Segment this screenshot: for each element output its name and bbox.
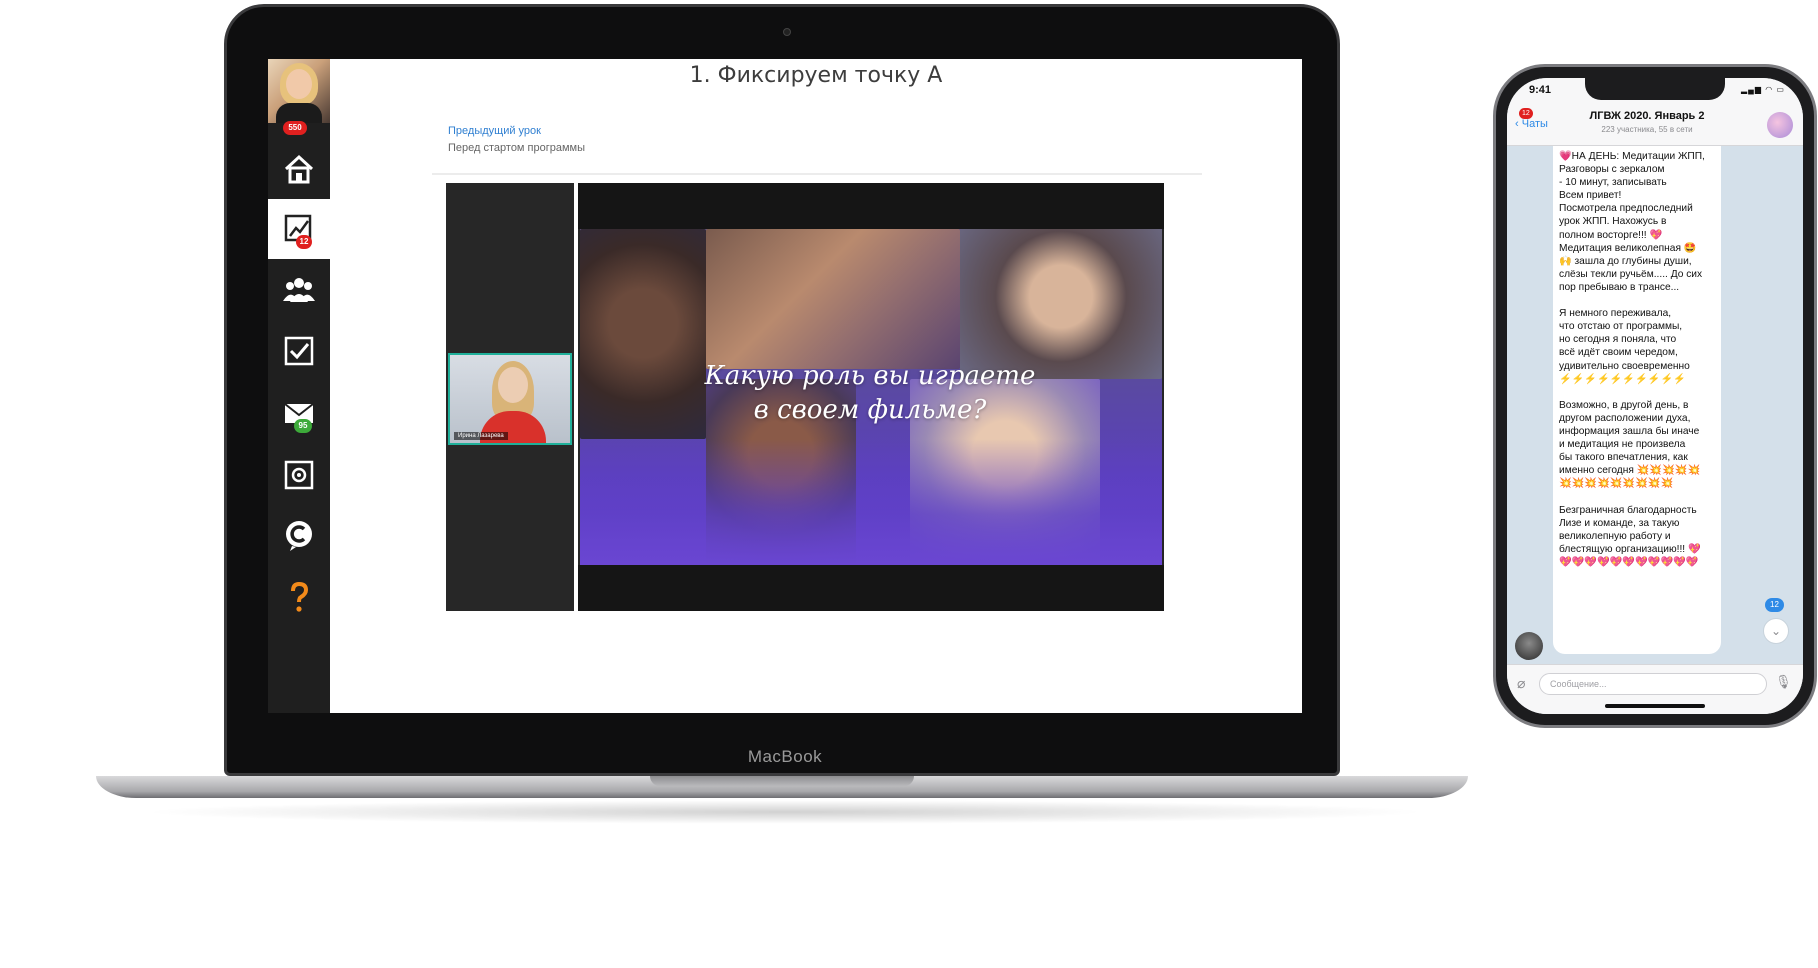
- video-player[interactable]: Какую роль вы играете в своем фильме?: [578, 183, 1164, 611]
- attach-icon[interactable]: ⌀: [1517, 675, 1525, 692]
- sidebar-item-progress[interactable]: 12: [268, 199, 330, 259]
- message-line: Я немного переживала,: [1559, 308, 1672, 320]
- message-line: полном восторге!!! 💖: [1559, 229, 1663, 241]
- sidebar-item-community[interactable]: [268, 259, 330, 319]
- avatar-badge: 550: [283, 121, 307, 135]
- message-line: [1559, 490, 1715, 503]
- sidebar-item-home[interactable]: [268, 139, 330, 199]
- copyright-icon: [286, 521, 312, 551]
- message-line: [1559, 386, 1715, 399]
- user-avatar[interactable]: [268, 59, 330, 123]
- message-line: информация зашла бы иначе: [1559, 425, 1700, 437]
- video-letterbox-bottom: [578, 565, 1164, 611]
- message-line: - 10 минут, записывать: [1559, 177, 1667, 189]
- sidebar-item-messages[interactable]: 95: [268, 383, 330, 443]
- message-line: Возможно, в другой день, в: [1559, 399, 1689, 411]
- message-line: Разговоры с зеркалом: [1559, 164, 1665, 176]
- video-slide-title: Какую роль вы играете в своем фильме?: [660, 359, 1080, 427]
- phone-screen: 9:41 ▂▄▆ ◠ ▭ ‹ Чаты 12 ЛГВЖ 2020. Январь…: [1507, 78, 1803, 714]
- laptop-notch: [650, 776, 914, 786]
- message-line: великолепную работу и: [1559, 530, 1671, 542]
- message-line: и медитация не произвела: [1559, 439, 1686, 451]
- back-button[interactable]: ‹ Чаты: [1515, 118, 1548, 130]
- chat-messages: 💗НА ДЕНЬ: Медитации ЖПП, Разговоры с зерк…: [1507, 146, 1803, 664]
- message-line: бы такого впечатления, как: [1559, 452, 1688, 464]
- sidebar-item-copyright[interactable]: [268, 505, 330, 565]
- phone-clock: 9:41: [1529, 84, 1552, 96]
- message-line: 💗НА ДЕНЬ: Медитации ЖПП,: [1559, 151, 1705, 162]
- message-line: Безграничная благодарность: [1559, 504, 1697, 516]
- message-line: удивительно своевременно: [1559, 360, 1690, 372]
- message-line: урок ЖПП. Нахожусь в: [1559, 216, 1667, 228]
- laptop-brand-label: MacBook: [747, 747, 823, 766]
- laptop-screen: 550 12 95 1. Фиксируем точку А Предыдущи…: [268, 59, 1302, 713]
- mockup-stage: MacBook 550 12 95 1. Фиксируем точку А П…: [0, 0, 1818, 968]
- message-input[interactable]: Сообщение...: [1539, 673, 1767, 695]
- video-slide-title-line-2: в своем фильме?: [753, 395, 987, 425]
- message-line: ⚡⚡⚡⚡⚡⚡⚡⚡⚡⚡: [1559, 373, 1686, 385]
- video-photo-2: [706, 229, 960, 369]
- home-icon: [284, 154, 314, 184]
- participant-name: Ирина Лазарева: [454, 432, 508, 440]
- message-line: слёзы текли ручьём..... До сих: [1559, 268, 1703, 280]
- message-line: всё идёт своим чередом,: [1559, 347, 1678, 359]
- message-line: Медитация великолепная 🤩: [1559, 242, 1697, 254]
- participant-video-tile[interactable]: Ирина Лазарева: [448, 353, 572, 445]
- message-line: 🙌 зашла до глубины души,: [1559, 255, 1692, 267]
- laptop-shadow: [140, 800, 1430, 824]
- message-line: именно сегодня 💥💥💥💥💥: [1559, 465, 1701, 477]
- back-button-label: Чаты: [1521, 118, 1548, 130]
- participants-column: Ирина Лазарева: [446, 183, 574, 611]
- sender-avatar[interactable]: [1515, 632, 1543, 660]
- video-frame: Какую роль вы играете в своем фильме?: [580, 229, 1162, 565]
- message-line: что отстаю от программы,: [1559, 321, 1683, 333]
- sidebar-item-help[interactable]: [268, 567, 330, 627]
- question-icon: [291, 581, 309, 612]
- message-line: блестящую организацию!!! 💖: [1559, 543, 1701, 555]
- microphone-icon[interactable]: 🎙: [1775, 674, 1792, 690]
- signal-wifi-battery-icon: ▂▄▆ ◠ ▭: [1741, 85, 1785, 94]
- message-bubble[interactable]: 💗НА ДЕНЬ: Медитации ЖПП, Разговоры с зерк…: [1553, 146, 1721, 654]
- video-slide-title-line-1: Какую роль вы играете: [704, 361, 1036, 391]
- message-line: но сегодня я поняла, что: [1559, 334, 1677, 346]
- content-divider: [432, 173, 1202, 175]
- sidebar-item-tasks[interactable]: [268, 321, 330, 381]
- message-line: пор пребываю в трансе...: [1559, 281, 1680, 293]
- scroll-down-button[interactable]: ⌄: [1763, 618, 1789, 644]
- message-line: 💥💥💥💥💥💥💥💥💥: [1559, 478, 1674, 490]
- unread-count-badge: 12: [1765, 598, 1784, 612]
- messages-badge: 95: [294, 419, 312, 433]
- avatar-body: [276, 103, 322, 123]
- safe-icon: [284, 460, 314, 490]
- avatar-face: [286, 69, 312, 99]
- community-icon: [283, 278, 315, 302]
- message-line: 💖💖💖💖💖💖💖💖💖💖💖: [1559, 556, 1699, 568]
- home-indicator: [1605, 704, 1705, 708]
- video-letterbox-top: [578, 183, 1164, 229]
- message-line: другом расположении духа,: [1559, 412, 1691, 424]
- group-avatar[interactable]: [1767, 112, 1793, 138]
- checkbox-icon: [284, 336, 314, 366]
- previous-lesson-title: Перед стартом программы: [448, 142, 586, 154]
- message-line: Лизе и команде, за такую: [1559, 517, 1680, 529]
- chats-unread-badge: 12: [1519, 108, 1533, 119]
- sidebar-item-safe[interactable]: [268, 445, 330, 505]
- laptop-camera: [783, 28, 791, 36]
- message-line: Посмотрела предпоследний: [1559, 203, 1693, 215]
- participant-face: [498, 367, 528, 403]
- phone-notch: [1585, 78, 1725, 100]
- chat-subtitle: 223 участника, 55 в сети: [1601, 125, 1693, 134]
- video-color-overlay: [580, 439, 1162, 565]
- sidebar: 550 12 95: [268, 59, 330, 713]
- message-line: [1559, 294, 1715, 307]
- previous-lesson-link[interactable]: Предыдущий урок: [448, 125, 541, 137]
- progress-badge: 12: [296, 235, 312, 249]
- chat-header: ‹ Чаты 12 ЛГВЖ 2020. Январь 2 223 участн…: [1507, 106, 1803, 146]
- page-title: 1. Фиксируем точку А: [689, 63, 943, 88]
- video-photo-3: [960, 229, 1162, 379]
- message-line: Всем привет!: [1559, 190, 1622, 202]
- chat-title[interactable]: ЛГВЖ 2020. Январь 2: [1547, 110, 1747, 122]
